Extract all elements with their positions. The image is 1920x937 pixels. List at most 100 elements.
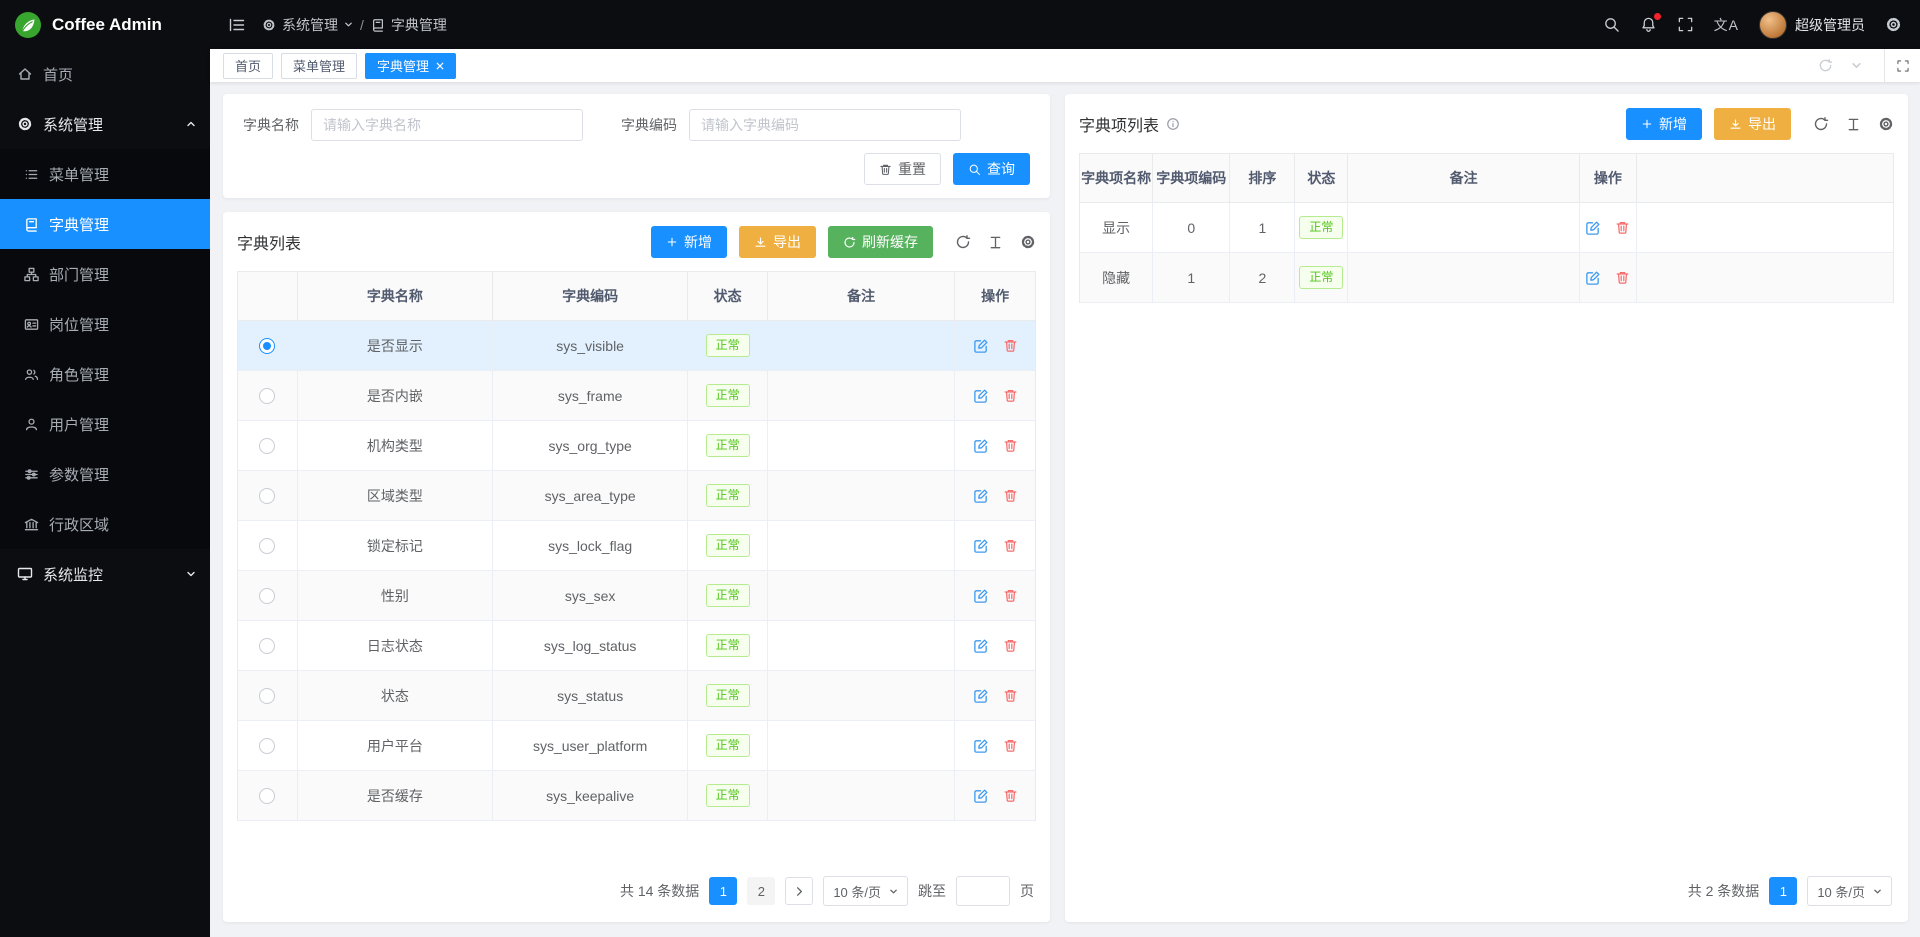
delete-icon[interactable] — [1003, 388, 1018, 403]
dict-name-input[interactable] — [311, 109, 583, 141]
row-radio[interactable] — [259, 438, 275, 454]
edit-icon[interactable] — [973, 738, 989, 754]
reset-button[interactable]: 重置 — [864, 153, 941, 185]
column-settings-gear-icon[interactable] — [1020, 234, 1036, 250]
refresh-table-icon[interactable] — [955, 234, 971, 250]
density-icon[interactable] — [1846, 117, 1861, 132]
user-menu[interactable]: 超级管理员 — [1759, 11, 1865, 39]
sidebar-item-label: 部门管理 — [49, 264, 109, 285]
edit-icon[interactable] — [973, 388, 989, 404]
tab-dict-mgmt[interactable]: 字典管理 — [365, 53, 456, 79]
sidebar-item-label: 系统监控 — [43, 564, 103, 585]
edit-icon[interactable] — [973, 438, 989, 454]
dict-table-row[interactable]: 性别 sys_sex 正常 — [238, 571, 1035, 621]
fullscreen-icon[interactable] — [1677, 16, 1694, 33]
dict-table-row[interactable]: 状态 sys_status 正常 — [238, 671, 1035, 721]
delete-icon[interactable] — [1003, 788, 1018, 803]
refresh-tab-icon[interactable] — [1818, 58, 1833, 73]
dict-table-row[interactable]: 锁定标记 sys_lock_flag 正常 — [238, 521, 1035, 571]
row-radio[interactable] — [259, 638, 275, 654]
sidebar-item-post-mgmt[interactable]: 岗位管理 — [0, 299, 210, 349]
remark-cell — [768, 571, 955, 620]
page-button-2[interactable]: 2 — [747, 877, 775, 905]
edit-icon[interactable] — [1585, 270, 1601, 286]
sidebar-item-user-mgmt[interactable]: 用户管理 — [0, 399, 210, 449]
edit-icon[interactable] — [1585, 220, 1601, 236]
sidebar-item-system-monitor[interactable]: 系统监控 — [0, 549, 210, 599]
dict-table-row[interactable]: 是否缓存 sys_keepalive 正常 — [238, 771, 1035, 821]
tab-options-chevron-icon[interactable] — [1851, 60, 1862, 71]
page-button-1[interactable]: 1 — [709, 877, 737, 905]
sidebar-item-param-mgmt[interactable]: 参数管理 — [0, 449, 210, 499]
sidebar-item-system-mgmt[interactable]: 系统管理 — [0, 99, 210, 149]
edit-icon[interactable] — [973, 688, 989, 704]
refresh-cache-button[interactable]: 刷新缓存 — [828, 226, 933, 258]
expand-content-icon[interactable] — [1884, 49, 1920, 82]
row-radio[interactable] — [259, 588, 275, 604]
delete-icon[interactable] — [1003, 588, 1018, 603]
column-header: 操作 — [955, 272, 1035, 320]
edit-icon[interactable] — [973, 338, 989, 354]
sidebar-item-menu-mgmt[interactable]: 菜单管理 — [0, 149, 210, 199]
add-dict-button[interactable]: 新增 — [651, 226, 727, 258]
dict-table-row[interactable]: 日志状态 sys_log_status 正常 — [238, 621, 1035, 671]
breadcrumb-item-system[interactable]: 系统管理 — [262, 15, 353, 35]
row-radio[interactable] — [259, 388, 275, 404]
tab-close-icon[interactable] — [436, 62, 444, 70]
next-page-button[interactable] — [785, 877, 813, 905]
notifications-bell-icon[interactable] — [1640, 16, 1657, 33]
item-table-row[interactable]: 隐藏 1 2 正常 — [1080, 253, 1893, 303]
refresh-table-icon[interactable] — [1813, 116, 1829, 132]
dict-table-row[interactable]: 是否显示 sys_visible 正常 — [238, 321, 1035, 371]
dict-table-row[interactable]: 机构类型 sys_org_type 正常 — [238, 421, 1035, 471]
delete-icon[interactable] — [1003, 738, 1018, 753]
dict-table-row[interactable]: 用户平台 sys_user_platform 正常 — [238, 721, 1035, 771]
settings-gear-icon[interactable] — [1885, 16, 1902, 33]
page-size-select[interactable]: 10 条/页 — [823, 876, 908, 906]
dict-code-input[interactable] — [689, 109, 961, 141]
density-icon[interactable] — [988, 235, 1003, 250]
delete-icon[interactable] — [1003, 338, 1018, 353]
add-item-button[interactable]: 新增 — [1626, 108, 1702, 140]
search-icon[interactable] — [1603, 16, 1620, 33]
delete-icon[interactable] — [1003, 438, 1018, 453]
delete-icon[interactable] — [1003, 688, 1018, 703]
app-logo[interactable]: Coffee Admin — [0, 0, 210, 49]
delete-icon[interactable] — [1615, 270, 1630, 285]
delete-icon[interactable] — [1615, 220, 1630, 235]
collapse-sidebar-icon[interactable] — [228, 16, 246, 34]
sidebar-item-region[interactable]: 行政区域 — [0, 499, 210, 549]
dict-table-row[interactable]: 是否内嵌 sys_frame 正常 — [238, 371, 1035, 421]
export-dict-button[interactable]: 导出 — [739, 226, 816, 258]
tab-menu-mgmt[interactable]: 菜单管理 — [281, 53, 357, 79]
edit-icon[interactable] — [973, 538, 989, 554]
delete-icon[interactable] — [1003, 538, 1018, 553]
sidebar-item-role-mgmt[interactable]: 角色管理 — [0, 349, 210, 399]
row-radio[interactable] — [259, 788, 275, 804]
row-radio[interactable] — [259, 338, 275, 354]
row-radio[interactable] — [259, 488, 275, 504]
column-settings-gear-icon[interactable] — [1878, 116, 1894, 132]
sidebar-item-dict-mgmt[interactable]: 字典管理 — [0, 199, 210, 249]
delete-icon[interactable] — [1003, 638, 1018, 653]
edit-icon[interactable] — [973, 788, 989, 804]
dict-table-row[interactable]: 区域类型 sys_area_type 正常 — [238, 471, 1035, 521]
row-radio[interactable] — [259, 738, 275, 754]
query-button[interactable]: 查询 — [953, 153, 1030, 185]
row-radio[interactable] — [259, 688, 275, 704]
delete-icon[interactable] — [1003, 488, 1018, 503]
edit-icon[interactable] — [973, 488, 989, 504]
edit-icon[interactable] — [973, 588, 989, 604]
edit-icon[interactable] — [973, 638, 989, 654]
jump-page-input[interactable] — [956, 876, 1010, 906]
page-size-select[interactable]: 10 条/页 — [1807, 876, 1892, 906]
sidebar-item-dept-mgmt[interactable]: 部门管理 — [0, 249, 210, 299]
info-icon[interactable] — [1166, 117, 1180, 131]
row-radio[interactable] — [259, 538, 275, 554]
page-button-1[interactable]: 1 — [1769, 877, 1797, 905]
export-item-button[interactable]: 导出 — [1714, 108, 1791, 140]
item-table-row[interactable]: 显示 0 1 正常 — [1080, 203, 1893, 253]
translate-icon[interactable]: 文A — [1714, 15, 1739, 35]
tab-home[interactable]: 首页 — [223, 53, 273, 79]
sidebar-item-home[interactable]: 首页 — [0, 49, 210, 99]
